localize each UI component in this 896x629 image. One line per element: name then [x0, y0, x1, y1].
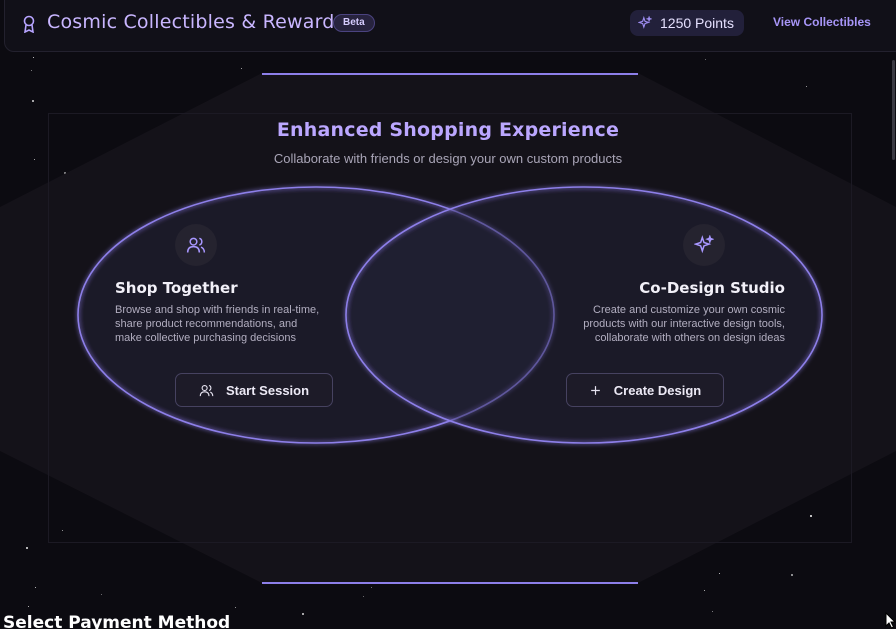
award-icon	[23, 15, 35, 33]
star	[235, 607, 237, 609]
star	[712, 611, 714, 613]
beta-badge: Beta	[333, 14, 375, 32]
co-design-title: Co-Design Studio	[639, 279, 785, 297]
star	[241, 68, 243, 70]
sparkles-icon	[694, 235, 714, 254]
users-icon	[186, 237, 206, 253]
star	[302, 613, 304, 615]
star	[371, 587, 373, 589]
star	[704, 590, 706, 592]
top-edge-line	[262, 73, 638, 75]
star	[705, 59, 707, 61]
star	[33, 57, 35, 59]
start-session-label: Start Session	[225, 382, 310, 398]
star	[363, 596, 365, 598]
create-design-button[interactable]: Create Design	[566, 373, 724, 407]
users-icon	[199, 384, 214, 396]
bottom-edge-line	[262, 582, 638, 584]
rewards-header: Cosmic Collectibles & Rewards Beta 1250 …	[4, 0, 896, 52]
co-design-description: Create and customize your own cosmic pro…	[583, 304, 785, 344]
shop-together-title: Shop Together	[115, 279, 238, 297]
section-subtitle: Collaborate with friends or design your …	[273, 151, 623, 166]
payment-method-heading: Select Payment Method	[3, 613, 231, 629]
shopping-experience-section: Enhanced Shopping Experience Collaborate…	[0, 73, 896, 585]
star	[28, 606, 30, 608]
section-title: Enhanced Shopping Experience	[276, 119, 620, 141]
plus-icon	[590, 385, 600, 395]
rewards-title: Cosmic Collectibles & Rewards	[47, 11, 345, 33]
view-collectibles-link[interactable]: View Collectibles	[773, 15, 871, 29]
sparkles-icon	[638, 16, 652, 29]
shop-together-icon-badge	[175, 224, 217, 266]
points-label: 1250 Points	[660, 15, 734, 31]
star	[31, 70, 33, 72]
co-design-icon-badge	[683, 224, 725, 266]
star	[35, 587, 37, 589]
mouse-cursor-icon	[885, 612, 896, 629]
create-design-label: Create Design	[613, 382, 702, 398]
start-session-button[interactable]: Start Session	[175, 373, 333, 407]
star	[101, 594, 103, 596]
points-pill[interactable]: 1250 Points	[630, 10, 744, 36]
shop-together-description: Browse and shop with friends in real-tim…	[115, 304, 320, 344]
